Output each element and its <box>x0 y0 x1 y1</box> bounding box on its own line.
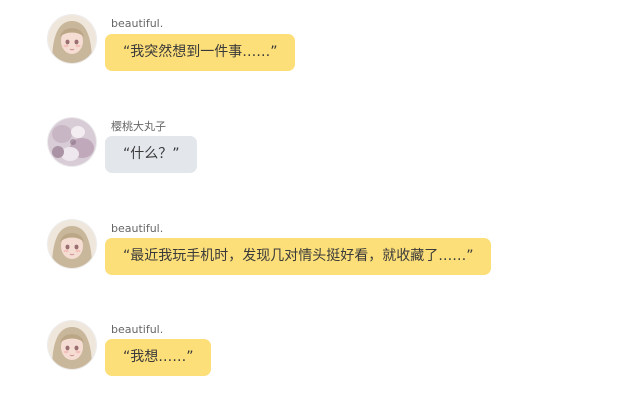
sender-name: beautiful. <box>111 17 164 30</box>
sender-name: 樱桃大丸子 <box>111 120 166 133</box>
girl-avatar-icon[interactable] <box>48 220 96 268</box>
cherry-avatar-icon[interactable] <box>48 118 96 166</box>
girl-avatar-icon[interactable] <box>48 15 96 63</box>
message-bubble[interactable]: “什么？” <box>105 136 197 173</box>
message-bubble[interactable]: “我想……” <box>105 339 211 376</box>
chat-thread: beautiful. “我突然想到一件事……” 樱桃大丸子 “什么？” beau… <box>0 0 640 404</box>
sender-name: beautiful. <box>111 222 164 235</box>
message-bubble[interactable]: “最近我玩手机时，发现几对情头挺好看，就收藏了……” <box>105 238 491 275</box>
message-bubble[interactable]: “我突然想到一件事……” <box>105 34 295 71</box>
girl-avatar-icon[interactable] <box>48 321 96 369</box>
sender-name: beautiful. <box>111 323 164 336</box>
